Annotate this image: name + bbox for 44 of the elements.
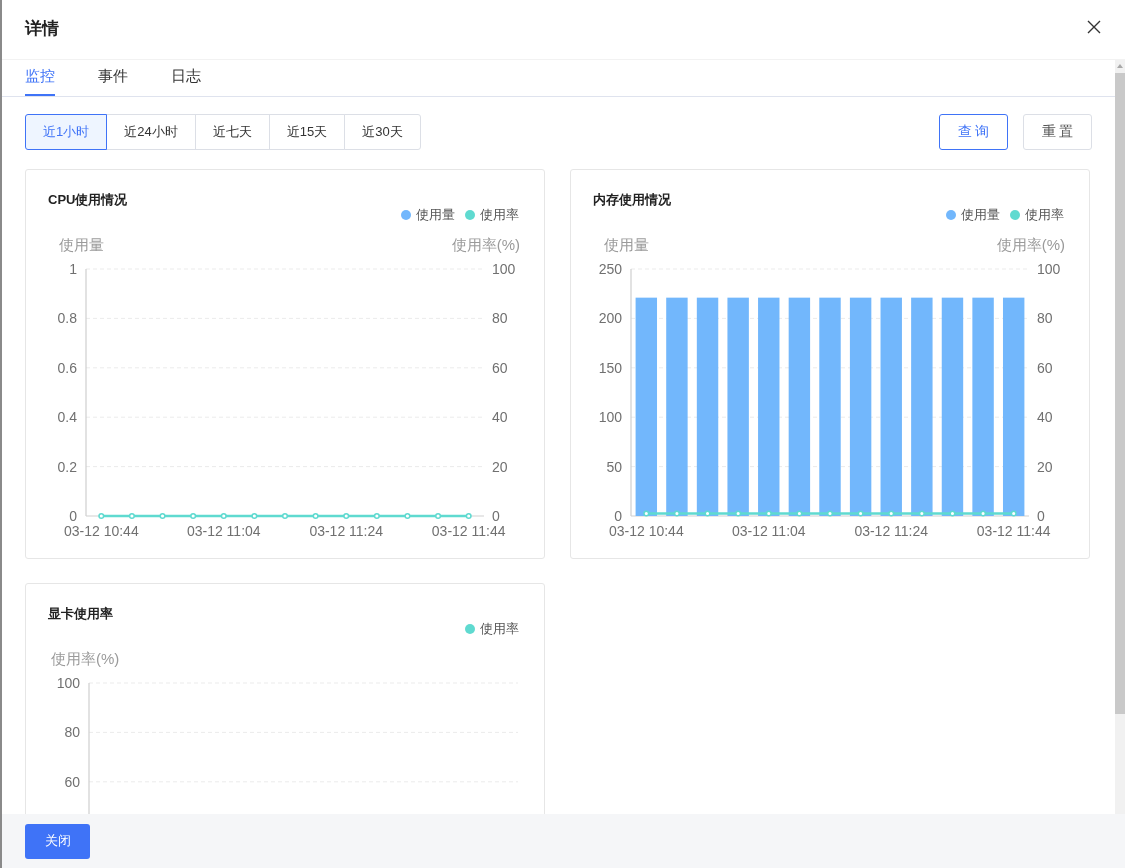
axis-tick-label: 40 bbox=[492, 409, 508, 426]
axis-tick-label: 03-12 11:44 bbox=[976, 523, 1051, 539]
axis-tick-label: 03-12 11:04 bbox=[731, 523, 806, 539]
axis-tick-label: 60 bbox=[64, 773, 80, 790]
axis-tick-label: 80 bbox=[64, 724, 80, 741]
axis-tick-label: 20 bbox=[1037, 458, 1053, 475]
axis-tick-label: 0.8 bbox=[57, 310, 77, 327]
axis-tick-label: 1 bbox=[69, 261, 77, 277]
axis-tick-label: 80 bbox=[1037, 310, 1053, 327]
axis-title: 使用率(%) bbox=[51, 650, 120, 667]
axis-tick-label: 20 bbox=[492, 458, 508, 475]
axis-tick-label: 03-12 11:44 bbox=[431, 523, 506, 539]
axis-tick-label: 40 bbox=[1037, 409, 1053, 426]
axis-tick-label: 60 bbox=[1037, 359, 1053, 376]
axis-title: 使用率(%) bbox=[996, 236, 1065, 253]
axis-tick-label: 03-12 11:04 bbox=[186, 523, 261, 539]
axis-title: 使用量 bbox=[59, 236, 104, 253]
axis-tick-label: 03-12 10:44 bbox=[63, 523, 139, 539]
axis-tick-label: 250 bbox=[598, 261, 622, 277]
axis-tick-label: 50 bbox=[606, 458, 622, 475]
axis-tick-label: 0 bbox=[614, 508, 622, 524]
axis-tick-label: 03-12 11:24 bbox=[854, 523, 929, 539]
axis-tick-label: 0 bbox=[492, 508, 500, 524]
axis-tick-label: 0.4 bbox=[57, 409, 77, 426]
axis-tick-label: 80 bbox=[492, 310, 508, 327]
axis-tick-label: 100 bbox=[1037, 261, 1061, 277]
axis-tick-label: 200 bbox=[598, 310, 622, 327]
axis-tick-label: 0.6 bbox=[57, 359, 77, 376]
axis-tick-label: 150 bbox=[598, 359, 622, 376]
axis-tick-label: 100 bbox=[598, 409, 622, 426]
axis-tick-label: 100 bbox=[492, 261, 516, 277]
axis-tick-label: 60 bbox=[492, 359, 508, 376]
dialog-title: 详情 bbox=[25, 18, 59, 40]
axis-title: 使用率(%) bbox=[451, 236, 520, 253]
chart-title: CPU使用情况 bbox=[48, 192, 129, 208]
chart-title: 内存使用情况 bbox=[593, 192, 672, 208]
axis-tick-label: 0.2 bbox=[57, 458, 77, 475]
axis-tick-label: 03-12 10:44 bbox=[608, 523, 684, 539]
axis-tick-label: 03-12 11:24 bbox=[309, 523, 384, 539]
chart-title: 显卡使用率 bbox=[48, 606, 114, 622]
axis-title: 使用量 bbox=[604, 236, 649, 253]
axis-tick-label: 0 bbox=[1037, 508, 1045, 524]
axis-tick-label: 0 bbox=[69, 508, 77, 524]
axis-tick-label: 100 bbox=[56, 675, 80, 691]
